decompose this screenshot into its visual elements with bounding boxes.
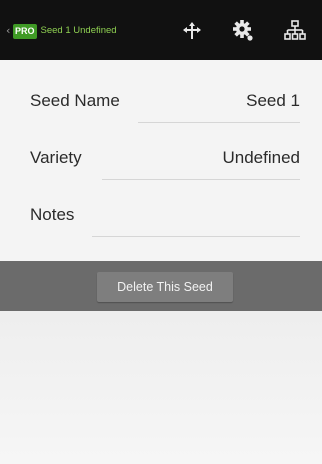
seed-form: Seed Name Seed 1 Variety Undefined Notes <box>0 60 322 261</box>
variety-label: Variety <box>30 148 82 167</box>
crosshair-move-icon[interactable] <box>179 18 205 44</box>
notes-underline <box>92 236 300 237</box>
notes-label: Notes <box>30 205 75 224</box>
variety-underline <box>102 179 300 180</box>
seed-name-label: Seed Name <box>30 91 120 110</box>
button-strip: Delete This Seed <box>0 261 322 311</box>
notes-row: Notes <box>30 205 300 237</box>
up-caret-icon: ‹ <box>6 24 11 37</box>
seed-name-underline <box>138 122 300 123</box>
action-bar-title: Seed 1 Undefined <box>40 25 117 36</box>
home-up-button[interactable]: ‹ PRO Seed 1 Undefined <box>6 21 117 41</box>
hierarchy-icon[interactable] <box>282 18 308 44</box>
variety-field[interactable]: Undefined <box>222 148 300 168</box>
variety-row: Variety Undefined <box>30 148 300 180</box>
seed-name-row: Seed Name Seed 1 <box>30 91 300 123</box>
pro-badge: PRO <box>13 23 37 39</box>
gear-icon[interactable] <box>230 18 256 44</box>
empty-content-area <box>0 311 322 464</box>
action-bar: ‹ PRO Seed 1 Undefined <box>0 0 322 60</box>
delete-seed-button[interactable]: Delete This Seed <box>97 272 233 302</box>
seed-name-field[interactable]: Seed 1 <box>246 91 300 111</box>
